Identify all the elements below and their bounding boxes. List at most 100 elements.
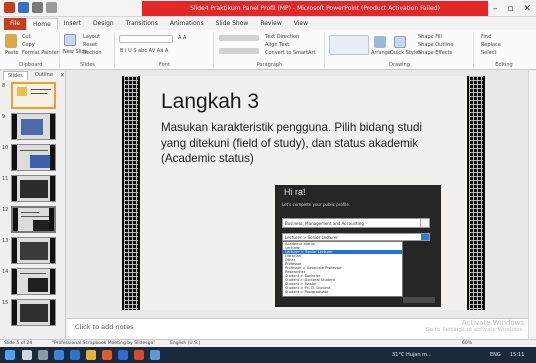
- slide-canvas[interactable]: Langkah 3 Masukan karakteristik pengguna…: [122, 76, 485, 310]
- thumbnail-shape: [20, 180, 48, 198]
- slide-thumbnail[interactable]: 15: [0, 299, 64, 327]
- tab-design[interactable]: Design: [87, 18, 120, 30]
- start-icon[interactable]: [5, 350, 15, 360]
- academic-status-select: Lecturer > Senior Lecturer: [282, 233, 430, 241]
- thumbnail-film: [13, 208, 18, 231]
- slide-thumbnail[interactable]: 9: [0, 113, 64, 141]
- screenshot-button: [403, 297, 435, 303]
- notes-pane[interactable]: Click to add notes Activate Windows Go t…: [67, 318, 528, 339]
- window-title: Slide4 Praktikum Panel Profil (MP) - Mic…: [142, 1, 488, 16]
- edge-icon[interactable]: [54, 350, 64, 360]
- slide-number: 11: [2, 176, 9, 182]
- copy-button[interactable]: Copy: [22, 42, 35, 48]
- tab-slides[interactable]: Slides: [3, 71, 28, 80]
- slide-thumbnail[interactable]: 13: [0, 237, 64, 265]
- quick-styles-button[interactable]: Quick Styles: [390, 50, 421, 56]
- align-text-button[interactable]: Align Text: [265, 42, 289, 48]
- tab-transitions[interactable]: Transitions: [120, 18, 164, 30]
- shape-outline-button[interactable]: Shape Outline: [418, 42, 453, 48]
- slide-title[interactable]: Langkah 3: [161, 90, 259, 114]
- select-button[interactable]: Select: [481, 50, 496, 56]
- redo-icon[interactable]: [46, 2, 57, 13]
- weather-widget[interactable]: 31°C Hujan m...: [392, 347, 432, 363]
- office-icon[interactable]: [102, 350, 112, 360]
- quick-styles-icon[interactable]: [394, 36, 406, 48]
- slide-thumbnail[interactable]: 12: [0, 206, 64, 234]
- clock[interactable]: 15:11: [510, 347, 524, 363]
- shape-fill-button[interactable]: Shape Fill: [418, 34, 442, 40]
- close-icon[interactable]: ✕: [523, 4, 531, 14]
- font-size-buttons[interactable]: A A: [178, 35, 186, 41]
- powerpoint-taskbar-icon[interactable]: [134, 350, 144, 360]
- tab-slide-show[interactable]: Slide Show: [210, 18, 255, 30]
- input-language[interactable]: ENG: [490, 347, 501, 363]
- film-perforation: [469, 76, 483, 310]
- slides-group: New Slide Layout Reset Section Slides: [61, 32, 115, 68]
- cut-button[interactable]: Cut: [22, 34, 31, 40]
- tab-home[interactable]: Home: [26, 18, 58, 30]
- section-button[interactable]: Section: [83, 50, 102, 56]
- undo-icon[interactable]: [32, 2, 43, 13]
- text-direction-button[interactable]: Text Direction: [265, 34, 299, 40]
- embedded-screenshot[interactable]: Hi ra! Let's complete your public profil…: [275, 185, 441, 307]
- thumbnail-image: [11, 82, 56, 109]
- word-icon[interactable]: [118, 350, 128, 360]
- clipboard-group: Paste Cut Copy Format Painter Clipboard: [2, 32, 60, 68]
- arrange-button[interactable]: Arrange: [371, 50, 391, 56]
- thumbnail-image: [11, 144, 56, 171]
- paste-icon[interactable]: [5, 34, 17, 48]
- paste-button[interactable]: Paste: [5, 50, 19, 56]
- thumbnail-line: [31, 93, 47, 94]
- academic-status-options: Academic status Lecturer Lecturer > Senior…: [282, 241, 403, 297]
- thumbnail-image: [11, 113, 56, 140]
- arrange-icon[interactable]: [374, 36, 386, 48]
- thumbnail-film: [12, 114, 17, 139]
- tab-animations[interactable]: Animations: [164, 18, 210, 30]
- slide-number: 12: [2, 207, 9, 213]
- layout-button[interactable]: Layout: [83, 34, 100, 40]
- slide-thumbnail[interactable]: 8: [0, 82, 64, 110]
- slide-thumbnail[interactable]: 11: [0, 175, 64, 203]
- ribbon: Paste Cut Copy Format Painter Clipboard …: [0, 30, 536, 70]
- thumbnail-film: [12, 176, 17, 201]
- thumbnail-film: [49, 208, 54, 231]
- tab-file[interactable]: File: [4, 18, 27, 30]
- tab-review[interactable]: Review: [254, 18, 287, 30]
- reset-button[interactable]: Reset: [83, 42, 97, 48]
- slide-thumbnail[interactable]: 10: [0, 144, 64, 172]
- shapes-gallery[interactable]: [329, 35, 369, 55]
- slide-thumbnail[interactable]: 14: [0, 268, 64, 296]
- tab-view[interactable]: View: [288, 18, 314, 30]
- find-button[interactable]: Find: [481, 34, 491, 40]
- font-name-dropdown[interactable]: [119, 35, 173, 43]
- paragraph-label: Paragraph: [256, 62, 283, 68]
- font-style-buttons[interactable]: B I U S abc AV Aa A: [120, 48, 168, 54]
- slide-number: 13: [2, 238, 9, 244]
- tab-outline[interactable]: Outline: [31, 71, 57, 80]
- minimize-icon[interactable]: –: [493, 4, 498, 14]
- tab-insert[interactable]: Insert: [58, 18, 87, 30]
- font-group: A A B I U S abc AV Aa A Font: [116, 32, 214, 68]
- shape-effects-button[interactable]: Shape Effects: [418, 50, 452, 56]
- app-icon[interactable]: [150, 350, 160, 360]
- vertical-scrollbar[interactable]: [528, 71, 536, 339]
- list-buttons-icon[interactable]: [219, 35, 259, 41]
- slide-body-text[interactable]: Masukan karakteristik pengguna. Pilih bi…: [161, 120, 436, 167]
- close-panel-icon[interactable]: ✕: [60, 71, 65, 80]
- activate-windows-title: Activate Windows: [461, 319, 524, 327]
- windows-taskbar: 31°C Hujan m... ENG 15:11: [0, 347, 536, 363]
- new-slide-icon[interactable]: [64, 34, 76, 46]
- replace-button[interactable]: Replace: [481, 42, 501, 48]
- maximize-icon[interactable]: ▫: [507, 4, 513, 14]
- paragraph-group: Text Direction Align Text Convert to Sma…: [215, 32, 325, 68]
- convert-smartart-button[interactable]: Convert to SmartArt: [265, 50, 316, 56]
- save-icon[interactable]: [18, 2, 29, 13]
- format-painter-button[interactable]: Format Painter: [22, 50, 59, 56]
- align-buttons-icon[interactable]: [219, 48, 259, 54]
- title-bar: Slide4 Praktikum Panel Profil (MP) - Mic…: [0, 0, 536, 17]
- file-explorer-icon[interactable]: [86, 350, 96, 360]
- thumbnail-image: [11, 299, 56, 326]
- search-icon[interactable]: [22, 350, 32, 360]
- mail-icon[interactable]: [70, 350, 80, 360]
- task-view-icon[interactable]: [38, 350, 48, 360]
